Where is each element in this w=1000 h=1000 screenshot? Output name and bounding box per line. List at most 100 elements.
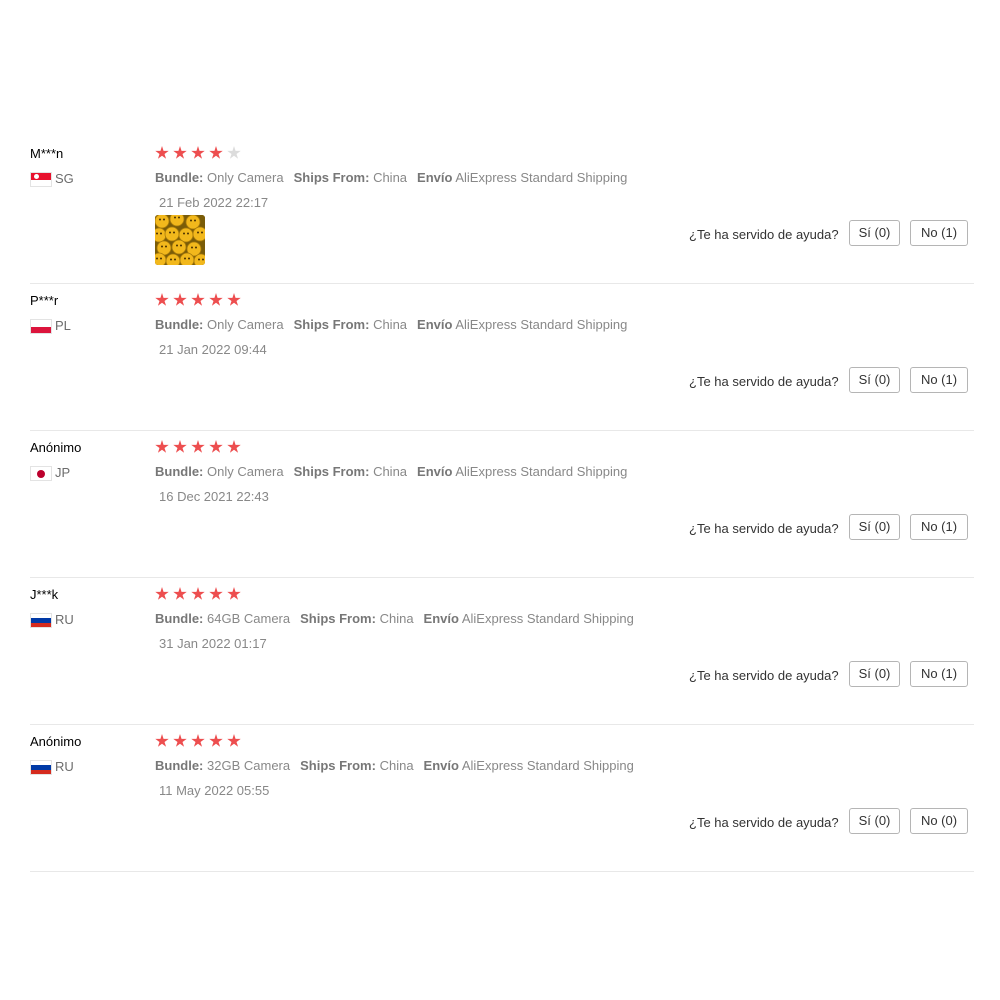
star-icon (191, 146, 205, 159)
ships-from-label: Ships From: (300, 611, 376, 626)
review-item: P***r PL Bundle: Only Camera Ships From: Ch… (0, 288, 1000, 435)
reviewer-name: M***n (30, 146, 64, 161)
bundle-label: Bundle: (155, 611, 204, 626)
review-date: 21 Feb 2022 22:17 (159, 195, 269, 210)
helpful-yes-button[interactable]: Sí (0) (849, 808, 900, 834)
star-icon (227, 293, 241, 306)
bundle-value: Only Camera (207, 170, 284, 185)
shipping-value: AliExpress Standard Shipping (461, 611, 634, 626)
reviewer-country: RU (55, 612, 74, 627)
review-divider (30, 283, 974, 284)
reviewer-name: P***r (30, 293, 59, 308)
review-date: 16 Dec 2021 22:43 (159, 489, 269, 504)
helpful-question: ¿Te ha servido de ayuda? (689, 521, 839, 536)
reviewer-name: J***k (30, 587, 59, 602)
flag-ru-icon (30, 613, 52, 628)
bundle-label: Bundle: (155, 170, 204, 185)
reviewer-name: Anónimo (30, 440, 82, 455)
shipping-value: AliExpress Standard Shipping (455, 170, 628, 185)
review-date: 11 May 2022 05:55 (159, 783, 270, 798)
flag-sg-icon (30, 172, 52, 187)
shipping-value: AliExpress Standard Shipping (455, 464, 628, 479)
order-info: Bundle: 64GB Camera Ships From: China Enví… (155, 611, 634, 626)
review-photo-thumbnail[interactable] (155, 215, 205, 265)
ships-from-value: China (373, 464, 408, 479)
review-date: 31 Jan 2022 01:17 (159, 636, 267, 651)
order-info: Bundle: Only Camera Ships From: China Enví… (155, 170, 627, 185)
star-icon (227, 734, 241, 747)
star-icon (155, 146, 169, 159)
ships-from-label: Ships From: (293, 464, 370, 479)
flag-jp-icon (30, 466, 52, 481)
ships-from-value: China (373, 317, 408, 332)
helpful-yes-button[interactable]: Sí (0) (849, 220, 900, 246)
ships-from-value: China (379, 611, 414, 626)
bundle-value: Only Camera (207, 317, 284, 332)
bundle-value: 32GB Camera (207, 758, 291, 773)
review-item: Anónimo JP Bundle: Only Camera Ships From: … (0, 435, 1000, 582)
star-icon (155, 293, 169, 306)
star-icon (173, 587, 187, 600)
review-date: 21 Jan 2022 09:44 (159, 342, 267, 357)
bundle-label: Bundle: (155, 758, 204, 773)
star-icon (173, 440, 187, 453)
order-info: Bundle: 32GB Camera Ships From: China Enví… (155, 758, 634, 773)
emoji-pattern-image (155, 215, 205, 265)
reviewer-country: SG (55, 171, 74, 186)
star-icon (173, 146, 187, 159)
star-icon (227, 587, 241, 600)
helpful-no-button[interactable]: No (1) (910, 661, 968, 687)
shipping-label: Envío (423, 611, 459, 626)
helpful-no-button[interactable]: No (1) (910, 220, 968, 246)
star-rating (155, 587, 245, 603)
star-rating (155, 293, 245, 309)
star-icon (209, 734, 223, 747)
helpful-yes-button[interactable]: Sí (0) (849, 514, 900, 540)
shipping-label: Envío (417, 317, 453, 332)
review-item: M***n SG Bundle: Only Camera Ships From: Ch… (0, 141, 1000, 288)
reviewer-country: PL (55, 318, 71, 333)
review-divider (30, 724, 974, 725)
star-icon (155, 440, 169, 453)
star-icon (191, 440, 205, 453)
reviewer-country: JP (55, 465, 71, 480)
shipping-label: Envío (417, 464, 453, 479)
ships-from-value: China (379, 758, 414, 773)
bundle-value: 64GB Camera (207, 611, 291, 626)
bundle-label: Bundle: (155, 464, 204, 479)
helpful-question: ¿Te ha servido de ayuda? (689, 815, 839, 830)
review-item: J***k RU Bundle: 64GB Camera Ships From: Ch… (0, 582, 1000, 729)
helpful-no-button[interactable]: No (1) (910, 514, 968, 540)
star-icon (173, 734, 187, 747)
helpful-question: ¿Te ha servido de ayuda? (689, 227, 839, 242)
flag-ru-icon (30, 760, 52, 775)
review-list: M***n SG Bundle: Only Camera Ships From: Ch… (0, 0, 1000, 1000)
reviewer-country: RU (55, 759, 74, 774)
star-rating (155, 734, 245, 750)
star-rating (155, 440, 245, 456)
review-item: Anónimo RU Bundle: 32GB Camera Ships From: … (0, 729, 1000, 876)
helpful-no-button[interactable]: No (1) (910, 367, 968, 393)
ships-from-label: Ships From: (300, 758, 376, 773)
star-icon (173, 293, 187, 306)
star-icon (191, 293, 205, 306)
helpful-yes-button[interactable]: Sí (0) (849, 367, 900, 393)
star-icon (191, 587, 205, 600)
order-info: Bundle: Only Camera Ships From: China Enví… (155, 317, 627, 332)
shipping-value: AliExpress Standard Shipping (461, 758, 634, 773)
star-icon (227, 440, 241, 453)
review-divider (30, 871, 974, 872)
flag-pl-icon (30, 319, 52, 334)
star-icon (209, 587, 223, 600)
star-rating (155, 146, 245, 162)
star-icon (227, 146, 241, 159)
star-icon (209, 440, 223, 453)
review-divider (30, 577, 974, 578)
helpful-no-button[interactable]: No (0) (910, 808, 968, 834)
helpful-yes-button[interactable]: Sí (0) (849, 661, 900, 687)
shipping-value: AliExpress Standard Shipping (455, 317, 628, 332)
order-info: Bundle: Only Camera Ships From: China Enví… (155, 464, 627, 479)
shipping-label: Envío (417, 170, 453, 185)
star-icon (191, 734, 205, 747)
ships-from-label: Ships From: (293, 317, 370, 332)
